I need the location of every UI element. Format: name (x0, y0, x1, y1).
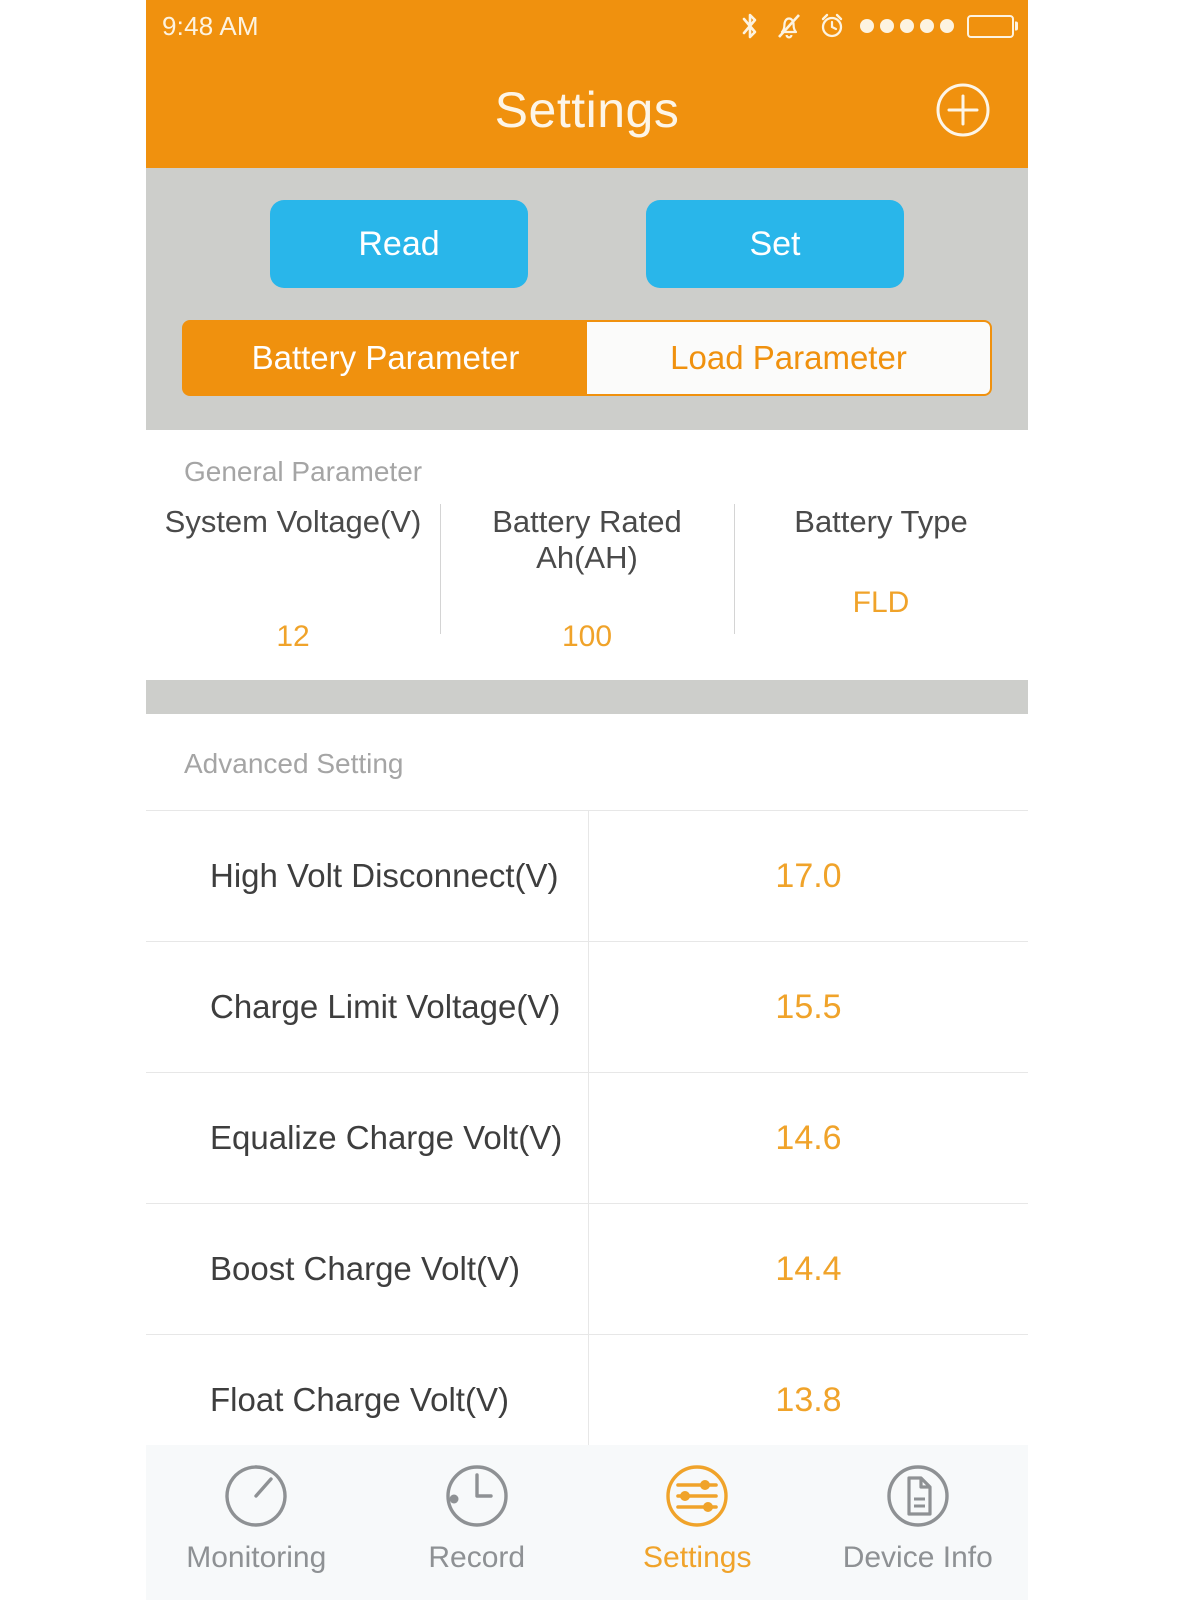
mute-bell-icon (774, 11, 804, 41)
row-value: 17.0 (775, 856, 842, 895)
row-value: 15.5 (775, 987, 842, 1026)
general-param-label: Battery Rated Ah(AH) (492, 504, 682, 575)
table-row[interactable]: Charge Limit Voltage(V) 15.5 (146, 942, 1028, 1073)
read-button[interactable]: Read (270, 200, 528, 288)
status-icons (739, 11, 1014, 41)
general-parameter-grid: System Voltage(V) 12 Battery Rated Ah(AH… (146, 496, 1028, 680)
tab-device-info[interactable]: Device Info (808, 1459, 1029, 1575)
app-screen: 9:48 AM Settings Read Set Battery Parame… (146, 0, 1028, 1600)
table-row[interactable]: Boost Charge Volt(V) 14.4 (146, 1204, 1028, 1335)
document-icon (881, 1459, 955, 1533)
general-param-label: Battery Type (794, 504, 968, 539)
sliders-icon (660, 1459, 734, 1533)
general-param-value: 12 (276, 620, 310, 653)
bluetooth-icon (739, 11, 761, 41)
advanced-setting-title: Advanced Setting (184, 748, 404, 779)
action-button-row: Read Set (182, 200, 992, 288)
set-button[interactable]: Set (646, 200, 904, 288)
tab-label: Monitoring (186, 1541, 327, 1574)
table-row[interactable]: Equalize Charge Volt(V) 14.6 (146, 1073, 1028, 1204)
general-param-system-voltage[interactable]: System Voltage(V) 12 (146, 496, 440, 654)
tab-load-parameter[interactable]: Load Parameter (587, 322, 990, 394)
bottom-tab-bar: Monitoring Record Settings Device Info (146, 1445, 1028, 1600)
general-parameter-title: General Parameter (184, 456, 423, 487)
tab-label: Settings (643, 1541, 752, 1574)
tab-battery-parameter[interactable]: Battery Parameter (184, 322, 587, 394)
signal-dots-icon (860, 19, 954, 33)
clock-icon (440, 1459, 514, 1533)
row-label: Boost Charge Volt(V) (146, 1204, 589, 1334)
row-value: 14.6 (775, 1118, 842, 1157)
status-bar: 9:48 AM (146, 0, 1028, 52)
battery-icon (967, 14, 1014, 38)
row-label: High Volt Disconnect(V) (146, 811, 589, 941)
section-divider-band (146, 680, 1028, 714)
status-time: 9:48 AM (162, 10, 259, 41)
general-param-battery-type[interactable]: Battery Type FLD (734, 496, 1028, 654)
tab-label: Device Info (842, 1541, 993, 1574)
table-row[interactable]: High Volt Disconnect(V) 17.0 (146, 811, 1028, 942)
tab-settings[interactable]: Settings (587, 1459, 808, 1575)
row-value: 14.4 (775, 1249, 842, 1288)
general-param-value: 100 (561, 620, 613, 653)
gauge-icon (219, 1459, 293, 1533)
action-toolbar: Read Set Battery Parameter Load Paramete… (146, 168, 1028, 430)
tab-record[interactable]: Record (367, 1459, 588, 1575)
nav-header: Settings (146, 52, 1028, 168)
parameter-segmented-control[interactable]: Battery Parameter Load Parameter (182, 320, 992, 396)
alarm-clock-icon (817, 11, 847, 41)
plus-circle-icon[interactable] (934, 81, 992, 139)
general-param-battery-rated-ah[interactable]: Battery Rated Ah(AH) 100 (440, 496, 734, 654)
row-label: Charge Limit Voltage(V) (146, 942, 589, 1072)
general-param-label: System Voltage(V) (164, 504, 422, 539)
page-title: Settings (494, 82, 680, 138)
general-param-value: FLD (852, 586, 910, 619)
tab-monitoring[interactable]: Monitoring (146, 1459, 367, 1575)
row-label: Equalize Charge Volt(V) (146, 1073, 589, 1203)
tab-label: Record (428, 1541, 526, 1574)
